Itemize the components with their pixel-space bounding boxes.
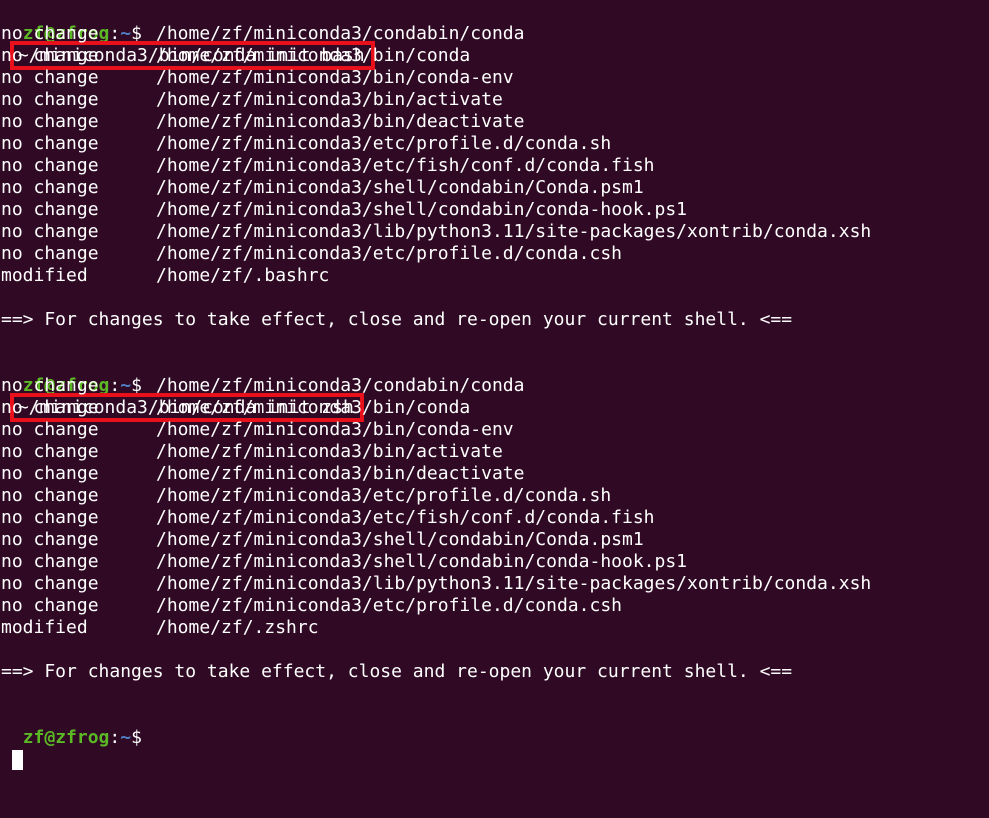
output-row: no change/home/zf/miniconda3/bin/conda <box>1 397 871 419</box>
output-row: no change/home/zf/miniconda3/etc/fish/co… <box>1 507 871 529</box>
row-path: /home/zf/miniconda3/bin/conda <box>156 45 471 66</box>
effect-message: ==> For changes to take effect, close an… <box>1 661 793 682</box>
row-status: no change <box>1 485 99 506</box>
output-row: no change/home/zf/miniconda3/shell/conda… <box>1 199 871 221</box>
row-status: no change <box>1 23 99 44</box>
output-row: no change/home/zf/miniconda3/shell/conda… <box>1 529 871 551</box>
row-path: /home/zf/miniconda3/shell/condabin/Conda… <box>156 529 644 550</box>
command-line: zf@zfrog:~$ ~/miniconda3/bin/conda init … <box>1 1 871 70</box>
output-row: no change/home/zf/miniconda3/condabin/co… <box>1 375 871 397</box>
output-row: no change/home/zf/miniconda3/etc/profile… <box>1 595 871 617</box>
row-path: /home/zf/miniconda3/bin/conda <box>156 397 471 418</box>
row-status: no change <box>1 67 99 88</box>
output-row: modified/home/zf/.bashrc <box>1 265 871 287</box>
row-path: /home/zf/miniconda3/etc/profile.d/conda.… <box>156 485 612 506</box>
prompt-colon: : <box>109 727 121 748</box>
output-row: no change/home/zf/miniconda3/shell/conda… <box>1 177 871 199</box>
text-cursor[interactable] <box>11 750 23 770</box>
output-row: no change/home/zf/miniconda3/bin/activat… <box>1 441 871 463</box>
output-row: no change/home/zf/miniconda3/lib/python3… <box>1 221 871 243</box>
row-path: /home/zf/miniconda3/etc/fish/conf.d/cond… <box>156 507 655 528</box>
row-path: /home/zf/.zshrc <box>156 617 319 638</box>
active-prompt-line: zf@zfrog:~$ <box>1 705 871 770</box>
row-status: no change <box>1 551 99 572</box>
row-path: /home/zf/miniconda3/bin/activate <box>156 441 503 462</box>
row-path: /home/zf/miniconda3/lib/python3.11/site-… <box>156 573 872 594</box>
row-status: no change <box>1 573 99 594</box>
output-row: no change/home/zf/miniconda3/etc/profile… <box>1 133 871 155</box>
row-status: no change <box>1 463 99 484</box>
row-status: no change <box>1 199 99 220</box>
row-status: no change <box>1 111 99 132</box>
row-status: no change <box>1 89 99 110</box>
terminal[interactable]: zf@zfrog:~$ ~/miniconda3/bin/conda init … <box>1 1 871 770</box>
row-status: no change <box>1 595 99 616</box>
row-status: no change <box>1 243 99 264</box>
output-row: no change/home/zf/miniconda3/bin/deactiv… <box>1 111 871 133</box>
output-row: no change/home/zf/miniconda3/bin/conda-e… <box>1 419 871 441</box>
row-status: no change <box>1 221 99 242</box>
row-path: /home/zf/miniconda3/etc/profile.d/conda.… <box>156 133 612 154</box>
output-row: no change/home/zf/miniconda3/etc/profile… <box>1 243 871 265</box>
row-status: no change <box>1 507 99 528</box>
prompt-user-host: zf@zfrog <box>22 727 110 748</box>
row-path: /home/zf/miniconda3/etc/profile.d/conda.… <box>156 243 622 264</box>
row-status: no change <box>1 397 99 418</box>
row-status: modified <box>1 265 88 286</box>
output-row: modified/home/zf/.zshrc <box>1 617 871 639</box>
row-status: modified <box>1 617 88 638</box>
row-status: no change <box>1 45 99 66</box>
output-row: no change/home/zf/miniconda3/etc/profile… <box>1 485 871 507</box>
row-path: /home/zf/miniconda3/shell/condabin/conda… <box>156 551 688 572</box>
row-path: /home/zf/miniconda3/bin/activate <box>156 89 503 110</box>
row-path: /home/zf/miniconda3/shell/condabin/Conda… <box>156 177 644 198</box>
effect-message: ==> For changes to take effect, close an… <box>1 309 793 330</box>
output-row: no change/home/zf/miniconda3/bin/conda-e… <box>1 67 871 89</box>
row-path: /home/zf/miniconda3/bin/conda-env <box>156 419 514 440</box>
row-path: /home/zf/.bashrc <box>156 265 330 286</box>
row-path: /home/zf/miniconda3/bin/conda-env <box>156 67 514 88</box>
row-status: no change <box>1 441 99 462</box>
row-path: /home/zf/miniconda3/condabin/conda <box>156 23 525 44</box>
output-row: no change/home/zf/miniconda3/bin/activat… <box>1 89 871 111</box>
prompt-dollar: $ <box>131 727 142 748</box>
row-status: no change <box>1 177 99 198</box>
command-line: zf@zfrog:~$ ~/miniconda3/bin/conda init … <box>1 353 871 422</box>
row-status: no change <box>1 155 99 176</box>
row-status: no change <box>1 133 99 154</box>
output-row: no change/home/zf/miniconda3/condabin/co… <box>1 23 871 45</box>
row-path: /home/zf/miniconda3/lib/python3.11/site-… <box>156 221 872 242</box>
row-path: /home/zf/miniconda3/condabin/conda <box>156 375 525 396</box>
output-row: no change/home/zf/miniconda3/lib/python3… <box>1 573 871 595</box>
row-path: /home/zf/miniconda3/shell/condabin/conda… <box>156 199 688 220</box>
output-row: no change/home/zf/miniconda3/bin/conda <box>1 45 871 67</box>
prompt-path: ~ <box>120 727 132 748</box>
row-status: no change <box>1 375 99 396</box>
row-path: /home/zf/miniconda3/bin/deactivate <box>156 111 525 132</box>
row-path: /home/zf/miniconda3/etc/fish/conf.d/cond… <box>156 155 655 176</box>
row-path: /home/zf/miniconda3/etc/profile.d/conda.… <box>156 595 622 616</box>
output-row: no change/home/zf/miniconda3/shell/conda… <box>1 551 871 573</box>
output-row: no change/home/zf/miniconda3/bin/deactiv… <box>1 463 871 485</box>
output-row: no change/home/zf/miniconda3/etc/fish/co… <box>1 155 871 177</box>
row-status: no change <box>1 529 99 550</box>
row-path: /home/zf/miniconda3/bin/deactivate <box>156 463 525 484</box>
row-status: no change <box>1 419 99 440</box>
